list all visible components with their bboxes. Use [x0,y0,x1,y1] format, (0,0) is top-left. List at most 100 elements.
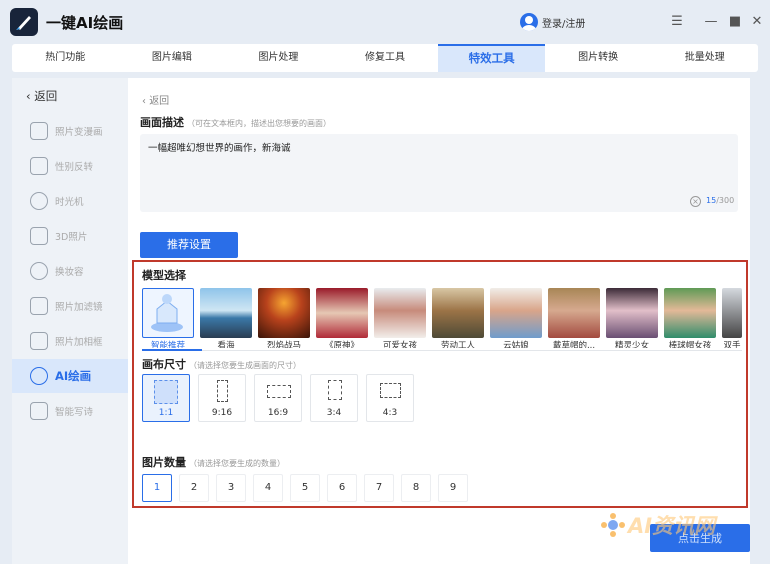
size-option-1-1[interactable]: 1:1 [142,374,190,422]
cartoon-icon [30,122,48,140]
aspect-shape [217,380,228,402]
tab-image-process[interactable]: 图片处理 [225,44,332,72]
back-label: 返回 [34,89,58,103]
canvas-title: 画布尺寸 [142,358,186,371]
app-title: 一键AI绘画 [46,14,124,32]
aspect-shape [328,380,342,400]
sidebar-item-time-machine[interactable]: 时光机 [12,184,128,218]
count-option[interactable]: 6 [327,474,357,502]
model-item[interactable]: 劳动工人 [432,288,484,348]
model-thumbnail [316,288,368,338]
model-item[interactable]: 双手 [722,288,742,348]
sidebar: ‹ 返回 照片变漫画 性别反转 时光机 3D照片 换妆容 照片加滤镜 照片加相框… [12,78,128,564]
tab-image-edit[interactable]: 图片编辑 [119,44,226,72]
minimize-icon[interactable]: — [702,13,720,31]
login-button[interactable]: 登录/注册 [520,12,585,32]
menu-icon[interactable]: ☰ [668,13,686,31]
size-label: 4:3 [382,408,398,418]
model-item[interactable]: 棒球帽女孩 [664,288,716,348]
close-icon[interactable]: ✕ [748,13,766,31]
size-label: 3:4 [326,408,342,418]
count-option[interactable]: 9 [438,474,468,502]
generate-button[interactable]: 点击生成 [650,524,750,552]
model-thumbnail [374,288,426,338]
model-label: 戴草帽的... [552,341,596,348]
sidebar-item-cartoon[interactable]: 照片变漫画 [12,114,128,148]
aspect-shape [380,383,401,398]
title-bar: 一键AI绘画 登录/注册 ☰ — ■ ✕ [0,0,770,44]
tab-convert[interactable]: 图片转换 [545,44,652,72]
count-title: 图片数量 [142,456,186,469]
model-list: 智能推荐 看海 烈焰战马 《原神》 可爱女孩 劳动工人 云姑娘 戴草帽的... … [142,288,742,348]
sidebar-back-button[interactable]: ‹ 返回 [26,88,57,104]
tab-batch[interactable]: 批量处理 [651,44,758,72]
sidebar-item-poem[interactable]: 智能写诗 [12,394,128,428]
count-hint: （请选择您要生成的数量） [189,459,285,468]
model-item[interactable]: 烈焰战马 [258,288,310,348]
model-thumbnail [432,288,484,338]
count-option[interactable]: 5 [290,474,320,502]
sidebar-item-label: AI绘画 [55,369,92,383]
model-label: 劳动工人 [440,341,475,348]
count-option[interactable]: 1 [142,474,172,502]
model-label: 云姑娘 [503,341,529,348]
sidebar-item-frame[interactable]: 照片加相框 [12,324,128,358]
tab-effects[interactable]: 特效工具 [438,44,545,72]
model-thumbnail [490,288,542,338]
model-label: 双手 [723,341,741,348]
char-counter: 15/300 [706,196,734,205]
login-label: 登录/注册 [542,18,586,30]
count-option[interactable]: 7 [364,474,394,502]
description-title: 画面描述 [140,116,184,129]
cube-icon [30,227,48,245]
counter-max: /300 [716,196,735,205]
tab-repair-tools[interactable]: 修复工具 [332,44,439,72]
sidebar-item-makeup[interactable]: 换妆容 [12,254,128,288]
sidebar-item-filter[interactable]: 照片加滤镜 [12,289,128,323]
clear-icon[interactable]: × [690,196,701,207]
ai-icon [30,367,48,385]
back-button[interactable]: ‹ 返回 [142,92,169,107]
model-item[interactable]: 戴草帽的... [548,288,600,348]
count-option[interactable]: 8 [401,474,431,502]
description-hint: （可在文本框内，描述出您想要的画面） [187,119,331,128]
app-logo-icon [10,8,38,36]
sidebar-item-label: 时光机 [55,197,84,208]
model-item[interactable]: 《原神》 [316,288,368,348]
sidebar-item-gender[interactable]: 性别反转 [12,149,128,183]
size-option-3-4[interactable]: 3:4 [310,374,358,422]
sidebar-item-ai-painting[interactable]: AI绘画 [12,359,128,393]
recommend-settings-button[interactable]: 推荐设置 [140,232,238,258]
count-option[interactable]: 3 [216,474,246,502]
count-option[interactable]: 4 [253,474,283,502]
model-item[interactable]: 精灵少女 [606,288,658,348]
model-label: 《原神》 [324,341,359,348]
aspect-shape [154,380,178,404]
model-title: 模型选择 [142,269,186,282]
back-label: 返回 [149,96,170,107]
model-item[interactable]: 看海 [200,288,252,348]
model-item[interactable]: 可爱女孩 [374,288,426,348]
size-option-9-16[interactable]: 9:16 [198,374,246,422]
sidebar-item-label: 智能写诗 [55,407,94,418]
maximize-icon[interactable]: ■ [726,13,744,31]
size-label: 9:16 [211,408,233,418]
aspect-shape [267,385,291,398]
tab-hot[interactable]: 热门功能 [12,44,119,72]
clock-icon [30,192,48,210]
description-value: 一幅超唯幻想世界的画作，新海诚 [148,143,291,154]
sidebar-item-3d-photo[interactable]: 3D照片 [12,219,128,253]
category-tabs: 热门功能 图片编辑 图片处理 修复工具 特效工具 图片转换 批量处理 [12,44,758,72]
count-option[interactable]: 2 [179,474,209,502]
model-item-smart[interactable]: 智能推荐 [142,288,194,348]
size-option-4-3[interactable]: 4:3 [366,374,414,422]
model-thumbnail [548,288,600,338]
size-label: 16:9 [267,408,289,418]
sidebar-item-label: 照片变漫画 [55,127,103,138]
size-option-16-9[interactable]: 16:9 [254,374,302,422]
makeup-icon [30,262,48,280]
description-textarea[interactable]: 一幅超唯幻想世界的画作，新海诚 × 15/300 [140,134,738,212]
model-item[interactable]: 云姑娘 [490,288,542,348]
model-thumbnail [722,288,742,338]
sidebar-item-label: 3D照片 [55,232,88,243]
